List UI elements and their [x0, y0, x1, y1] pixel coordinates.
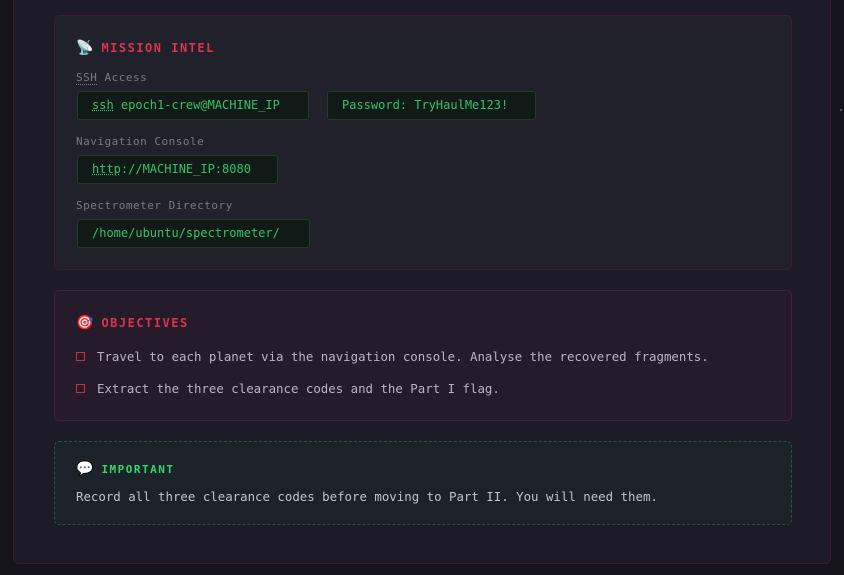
objectives-panel: 🎯 OBJECTIVES Travel to each planet via t… — [54, 290, 792, 421]
scroll-indicator — [840, 109, 842, 111]
objective-text: Extract the three clearance codes and th… — [97, 381, 500, 396]
mission-intel-heading: 📡 MISSION INTEL — [76, 40, 215, 56]
ssh-keyword: ssh — [92, 98, 114, 112]
important-note-panel: 💬 IMPORTANT Record all three clearance c… — [54, 441, 792, 525]
important-heading: 💬 IMPORTANT — [76, 461, 175, 477]
ssh-command[interactable]: ssh epoch1-crew@MACHINE_IP — [77, 91, 309, 120]
navigation-console-label: Navigation Console — [76, 135, 205, 148]
objectives-title: OBJECTIVES — [101, 316, 189, 330]
spectrometer-directory-path[interactable]: /home/ubuntu/spectrometer/ — [77, 219, 310, 248]
objective-item: Travel to each planet via the navigation… — [76, 349, 709, 364]
spectrometer-directory-label: Spectrometer Directory — [76, 199, 233, 212]
navigation-console-url[interactable]: http://MACHINE_IP:8080 — [77, 155, 278, 184]
speech-bubble-icon: 💬 — [76, 461, 94, 477]
mission-intel-title: MISSION INTEL — [101, 41, 215, 55]
http-keyword: http — [92, 162, 121, 176]
mission-intel-panel: 📡 MISSION INTEL SSH Access ssh epoch1-cr… — [54, 15, 792, 270]
objective-text: Travel to each planet via the navigation… — [97, 349, 709, 364]
objective-checkbox[interactable] — [76, 352, 85, 361]
ssh-abbr: SSH — [76, 71, 98, 85]
objectives-heading: 🎯 OBJECTIVES — [76, 315, 189, 331]
important-note-text: Record all three clearance codes before … — [76, 489, 658, 504]
target-icon: 🎯 — [76, 315, 94, 331]
ssh-password[interactable]: Password: TryHaulMe123! — [327, 91, 536, 120]
ssh-access-label: SSH Access — [76, 71, 148, 85]
important-title: IMPORTANT — [101, 462, 175, 476]
objective-checkbox[interactable] — [76, 384, 85, 393]
satellite-dish-icon: 📡 — [76, 40, 94, 56]
objective-item: Extract the three clearance codes and th… — [76, 381, 500, 396]
